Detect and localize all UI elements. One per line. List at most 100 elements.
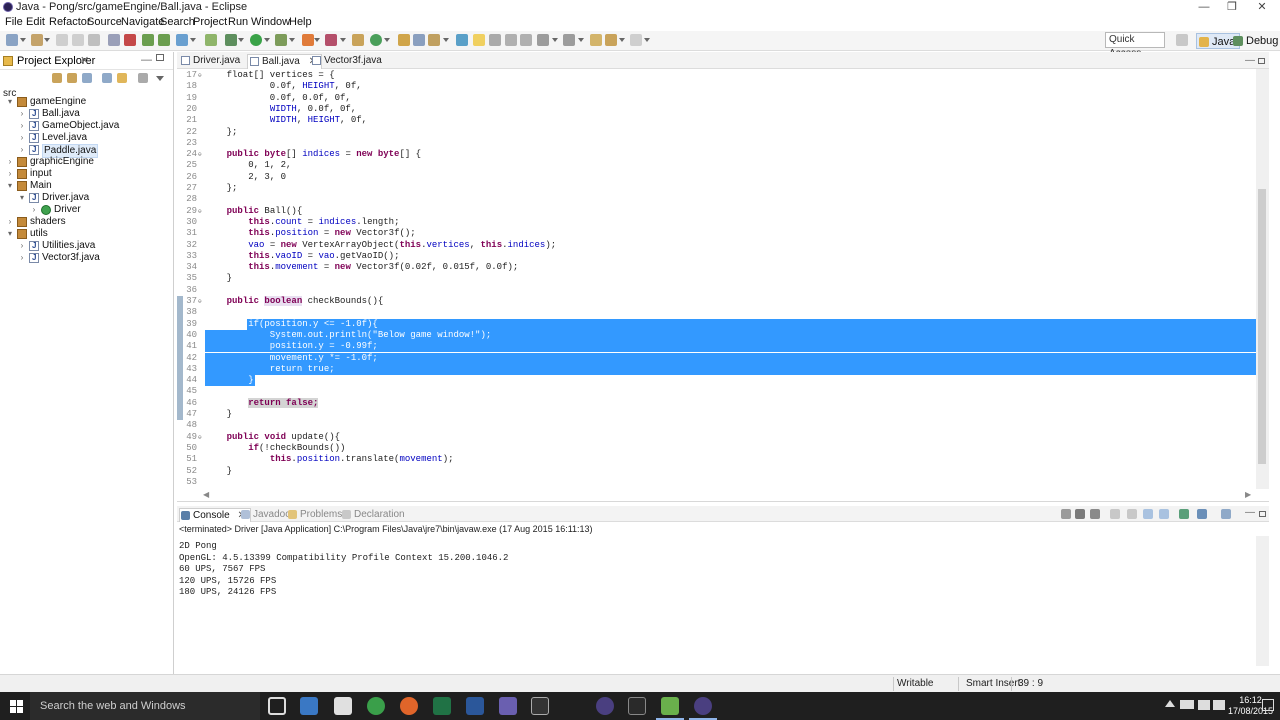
scrollbar-thumb[interactable] [1258, 189, 1266, 464]
prev-annotation-icon[interactable] [563, 34, 575, 46]
git-icon[interactable] [628, 697, 646, 715]
collapsed-arrow-icon[interactable]: › [30, 204, 38, 216]
notepadpp-icon[interactable] [656, 697, 684, 720]
ant-icon[interactable] [352, 34, 364, 46]
scroll-lock-icon[interactable] [1127, 509, 1137, 519]
code-line[interactable]: 28 [177, 194, 1256, 205]
eclipse-taskbar-icon[interactable] [596, 697, 614, 715]
store-icon[interactable] [334, 697, 352, 715]
forward-dropdown-icon[interactable] [644, 38, 650, 42]
open-type-icon[interactable] [205, 34, 217, 46]
code-line[interactable]: 19 0.0f, 0.0f, 0f, [177, 93, 1256, 104]
last-edit-icon[interactable] [590, 34, 602, 46]
code-line[interactable]: 30 this.count = indices.length; [177, 217, 1256, 228]
new-class-dropdown-icon[interactable] [190, 38, 196, 42]
editor-minimize-icon[interactable]: — [1245, 55, 1255, 66]
new-icon[interactable] [6, 34, 18, 46]
tab-vector3f-java[interactable]: Vector3f.java [310, 54, 382, 69]
fold-icon[interactable]: ⊖ [198, 149, 202, 160]
windows-start-icon[interactable] [10, 700, 24, 713]
code-line[interactable]: 34 this.movement = new Vector3f(0.02f, 0… [177, 262, 1256, 273]
code-line[interactable]: 18 0.0f, HEIGHT, 0f, [177, 81, 1256, 92]
expanded-arrow-icon[interactable]: ▾ [18, 192, 26, 204]
word-icon[interactable] [466, 697, 484, 715]
code-line[interactable]: 25 0, 1, 2, [177, 160, 1256, 171]
action-center-icon[interactable] [1262, 699, 1274, 711]
code-line[interactable]: 23 [177, 138, 1256, 149]
save-all-icon[interactable] [72, 34, 84, 46]
menu-search[interactable]: Search [160, 16, 195, 28]
code-line[interactable]: 53 [177, 477, 1256, 488]
battery-icon[interactable] [1180, 700, 1194, 709]
menu-help[interactable]: Help [289, 16, 312, 28]
perspective-debug[interactable]: Debug [1231, 33, 1278, 49]
code-line[interactable]: 41 position.y = -0.99f; [177, 341, 1256, 353]
editor-horizontal-scrollbar[interactable]: ◀ ▶ [177, 489, 1256, 501]
console-minimize-icon[interactable]: — [1245, 507, 1255, 518]
code-line[interactable]: 26 2, 3, 0 [177, 172, 1256, 183]
tab-javadoc[interactable]: Javadoc [240, 508, 290, 521]
show-on-output-icon[interactable] [1159, 509, 1169, 519]
collapsed-arrow-icon[interactable]: › [6, 168, 14, 180]
open-console-icon[interactable] [1221, 509, 1231, 519]
fold-icon[interactable]: ⊖ [198, 296, 202, 307]
skip-breakpoints-icon[interactable] [108, 34, 120, 46]
menu-window[interactable]: Window [251, 16, 290, 28]
remove-launch-icon[interactable] [1075, 509, 1085, 519]
tab-declaration[interactable]: Declaration [341, 508, 405, 521]
visual-studio-icon[interactable] [499, 697, 517, 715]
new-dropdown-icon[interactable] [20, 38, 26, 42]
web-dropdown-icon[interactable] [384, 38, 390, 42]
show-whitespace-icon[interactable] [489, 34, 501, 46]
console-vertical-scrollbar[interactable] [1256, 536, 1269, 666]
network-icon[interactable] [1198, 700, 1210, 710]
debug-icon[interactable] [124, 34, 136, 46]
forward-icon[interactable] [67, 73, 77, 83]
coverage-dropdown-icon[interactable] [314, 38, 320, 42]
command-prompt-icon[interactable] [531, 697, 549, 715]
debug-dropdown-icon[interactable] [238, 38, 244, 42]
save-icon[interactable] [56, 34, 68, 46]
code-line[interactable]: 43 return true; [177, 363, 1256, 376]
prev-annotation-dropdown-icon[interactable] [578, 38, 584, 42]
profile-dropdown-icon[interactable] [340, 38, 346, 42]
code-line[interactable]: 27 }; [177, 183, 1256, 194]
collapsed-arrow-icon[interactable]: › [18, 132, 26, 144]
view-menu-icon[interactable] [156, 76, 164, 81]
menu-edit[interactable]: Edit [26, 16, 45, 28]
menu-navigate[interactable]: Navigate [121, 16, 164, 28]
link-with-editor-icon[interactable] [117, 73, 127, 83]
code-line[interactable]: 33 this.vaoID = vao.getVaoID(); [177, 251, 1256, 262]
scroll-left-icon[interactable]: ◀ [203, 490, 209, 499]
expanded-arrow-icon[interactable]: ▾ [6, 228, 14, 240]
code-line[interactable]: 49 ⊖ public void update(){ [177, 432, 1256, 443]
fold-icon[interactable]: ⊖ [198, 432, 202, 443]
maximize-icon[interactable] [156, 54, 164, 61]
display-console-icon[interactable] [1197, 509, 1207, 519]
tray-up-icon[interactable] [1165, 700, 1175, 707]
open-folder-icon[interactable] [398, 34, 410, 46]
code-line[interactable]: 24 ⊖ public byte[] indices = new byte[] { [177, 149, 1256, 160]
run-icon[interactable] [250, 34, 262, 46]
new-class-icon[interactable] [176, 34, 188, 46]
code-line[interactable]: 51 this.position.translate(movement); [177, 454, 1256, 465]
code-line[interactable]: 47 } [177, 409, 1256, 420]
collapsed-arrow-icon[interactable]: › [6, 156, 14, 168]
eclipse-active-icon[interactable] [689, 697, 717, 720]
collapsed-arrow-icon[interactable]: › [18, 108, 26, 120]
search-dropdown-icon[interactable] [443, 38, 449, 42]
scroll-right-icon[interactable]: ▶ [1245, 490, 1251, 499]
next-annotation-dropdown-icon[interactable] [552, 38, 558, 42]
back-icon[interactable] [605, 34, 617, 46]
menu-run[interactable]: Run [228, 16, 248, 28]
debug-run-icon[interactable] [225, 34, 237, 46]
new-package-icon[interactable] [158, 34, 170, 46]
code-line[interactable]: 31 this.position = new Vector3f(); [177, 228, 1256, 239]
collapse-all-icon[interactable] [102, 73, 112, 83]
code-line[interactable]: 45 [177, 386, 1256, 397]
highlight-icon[interactable] [473, 34, 485, 46]
code-line[interactable]: 39 if(position.y <= -1.0f){ [177, 318, 1256, 330]
excel-icon[interactable] [433, 697, 451, 715]
code-line[interactable]: 29 ⊖ public Ball(){ [177, 206, 1256, 217]
fold-icon[interactable]: ⊖ [198, 70, 202, 81]
